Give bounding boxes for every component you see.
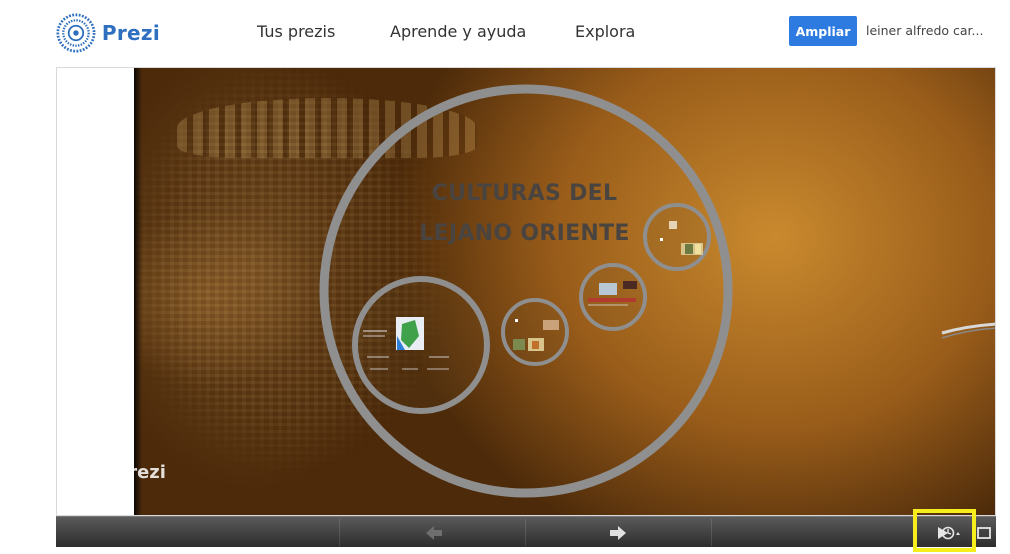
- fullscreen-button[interactable]: [973, 523, 995, 543]
- upgrade-button[interactable]: Ampliar: [789, 16, 857, 46]
- presentation-title: CULTURAS DEL LEJANO ORIENTE: [397, 174, 652, 254]
- presentation-toolbar: [56, 516, 996, 547]
- site-header: Prezi Tus prezis Aprende y ayuda Explora…: [0, 0, 1010, 66]
- arrow-left-icon: [426, 526, 442, 540]
- arrow-right-icon: [610, 526, 626, 540]
- frame-circle-2: [501, 298, 569, 366]
- next-step-button[interactable]: [607, 523, 629, 543]
- prezi-logo-icon: [56, 13, 96, 53]
- frame-circle-3: [579, 263, 647, 331]
- frame-circle-4: [643, 203, 711, 271]
- user-menu[interactable]: leiner alfredo car...: [866, 23, 994, 38]
- toolbar-separator: [525, 519, 526, 546]
- nav-aprende-y-ayuda[interactable]: Aprende y ayuda: [390, 22, 526, 41]
- nav-explora[interactable]: Explora: [575, 22, 635, 41]
- title-line-1: CULTURAS DEL: [431, 181, 618, 206]
- prezi-logo[interactable]: Prezi: [56, 11, 160, 55]
- prezi-watermark-icon: [70, 451, 112, 493]
- presentation-viewer[interactable]: CULTURAS DEL LEJANO ORIENTE Prezi: [56, 67, 996, 516]
- toolbar-separator: [711, 519, 712, 546]
- nav-tus-prezis[interactable]: Tus prezis: [257, 22, 335, 41]
- autoplay-highlight-box: [913, 509, 976, 552]
- watermark-text: Prezi: [115, 461, 166, 483]
- prev-step-button[interactable]: [423, 523, 445, 543]
- toolbar-separator: [339, 519, 340, 546]
- fullscreen-icon: [977, 527, 991, 539]
- prezi-frames: [319, 84, 995, 498]
- logo-text: Prezi: [101, 21, 160, 45]
- title-line-2: LEJANO ORIENTE: [419, 221, 630, 246]
- prezi-watermark: Prezi: [69, 450, 166, 494]
